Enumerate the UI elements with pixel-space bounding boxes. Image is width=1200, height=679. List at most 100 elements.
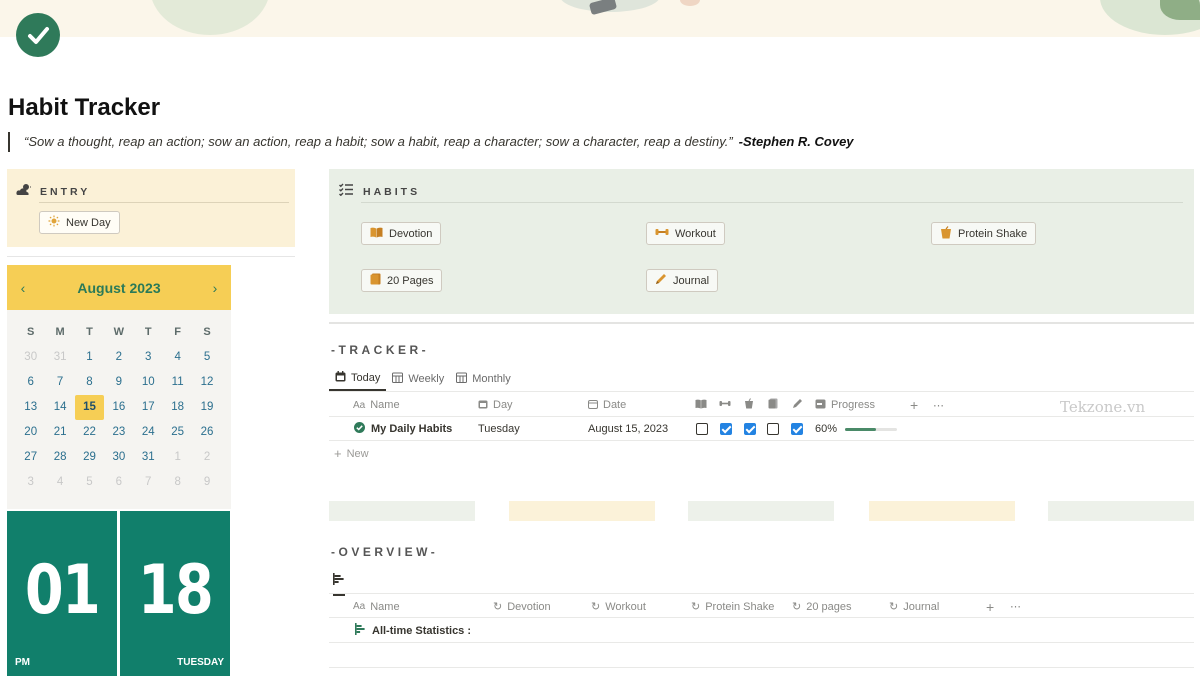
calendar-day[interactable]: 4 bbox=[163, 345, 192, 370]
column-name[interactable]: Aa Name bbox=[353, 393, 400, 417]
checkbox-workout[interactable] bbox=[720, 417, 732, 441]
calendar-day[interactable]: 5 bbox=[75, 470, 104, 495]
calendar-day[interactable]: 30 bbox=[104, 445, 133, 470]
calendar-day[interactable]: 18 bbox=[163, 395, 192, 420]
checkbox-protein-shake[interactable] bbox=[744, 417, 756, 441]
overview-column-name[interactable]: Aa Name bbox=[353, 595, 400, 618]
overview-row-name-cell[interactable]: All-time Statistics : bbox=[355, 618, 471, 643]
row-progress: 60% bbox=[815, 417, 898, 441]
table-row[interactable]: My Daily Habits Tuesday August 15, 2023 … bbox=[329, 417, 1194, 441]
next-month-icon[interactable]: › bbox=[209, 280, 221, 296]
checkbox-20-pages[interactable] bbox=[767, 417, 779, 441]
overview-column-devotion[interactable]: ↻ Devotion bbox=[493, 595, 551, 618]
left-divider bbox=[7, 256, 295, 257]
calendar-day[interactable]: 15 bbox=[74, 395, 105, 420]
calendar-day[interactable]: 6 bbox=[16, 370, 45, 395]
calendar-day[interactable]: 19 bbox=[192, 395, 221, 420]
calendar-day[interactable]: 26 bbox=[192, 420, 221, 445]
add-column-icon[interactable]: + bbox=[986, 595, 994, 618]
tab-today[interactable]: Today bbox=[329, 366, 387, 391]
column-progress[interactable]: Progress bbox=[815, 393, 875, 417]
rollup-icon: ↻ bbox=[493, 601, 503, 613]
cloud-sun-icon bbox=[16, 182, 32, 201]
column-workout[interactable] bbox=[719, 393, 731, 417]
calendar-day[interactable]: 23 bbox=[104, 420, 133, 445]
column-day[interactable]: Day bbox=[478, 393, 513, 417]
calendar-day[interactable]: 8 bbox=[75, 370, 104, 395]
habit-button-devotion[interactable]: Devotion bbox=[361, 222, 442, 245]
checkbox-journal[interactable] bbox=[791, 417, 803, 441]
more-options-icon[interactable]: ⋯ bbox=[1010, 595, 1021, 618]
calendar-day[interactable]: 30 bbox=[16, 345, 45, 370]
calendar-day[interactable]: 10 bbox=[134, 370, 163, 395]
more-options-icon[interactable]: ⋯ bbox=[933, 393, 944, 417]
calendar-day[interactable]: 1 bbox=[75, 345, 104, 370]
habit-button-protein-shake[interactable]: Protein Shake bbox=[931, 222, 1037, 245]
habit-button-journal[interactable]: Journal bbox=[646, 269, 719, 292]
overview-column-workout[interactable]: ↻ Workout bbox=[591, 595, 646, 618]
cover-banner bbox=[0, 0, 1200, 37]
column-journal[interactable] bbox=[792, 393, 803, 417]
quote-author: -Stephen R. Covey bbox=[738, 134, 854, 149]
column-date[interactable]: Date bbox=[588, 393, 626, 417]
calendar-day[interactable]: 7 bbox=[134, 470, 163, 495]
quote-block: “Sow a thought, reap an action; sow an a… bbox=[8, 132, 854, 152]
calendar-day[interactable]: 6 bbox=[104, 470, 133, 495]
calendar-day[interactable]: 2 bbox=[104, 345, 133, 370]
calendar-day[interactable]: 20 bbox=[16, 420, 45, 445]
calendar-day[interactable]: 27 bbox=[16, 445, 45, 470]
calendar-day[interactable]: 24 bbox=[134, 420, 163, 445]
calendar-day[interactable]: 9 bbox=[192, 470, 221, 495]
calendar-day[interactable]: 3 bbox=[16, 470, 45, 495]
habit-button-20-pages[interactable]: 20 Pages bbox=[361, 269, 443, 292]
calendar-day[interactable]: 17 bbox=[134, 395, 163, 420]
table-icon bbox=[392, 372, 404, 386]
calendar-day[interactable]: 25 bbox=[163, 420, 192, 445]
tab-monthly[interactable]: Monthly bbox=[450, 366, 517, 391]
calendar-day[interactable]: 16 bbox=[104, 395, 133, 420]
calendar-day[interactable]: 2 bbox=[192, 445, 221, 470]
calendar-day[interactable]: 4 bbox=[45, 470, 74, 495]
section-divider bbox=[329, 322, 1194, 324]
calendar-day[interactable]: 8 bbox=[163, 470, 192, 495]
table-row[interactable]: All-time Statistics : bbox=[329, 618, 1194, 643]
overview-title: -OVERVIEW- bbox=[331, 545, 439, 559]
add-column-icon[interactable]: + bbox=[910, 393, 918, 417]
calendar-day[interactable]: 22 bbox=[75, 420, 104, 445]
row-name: My Daily Habits bbox=[371, 423, 453, 435]
calendar-day[interactable]: 3 bbox=[134, 345, 163, 370]
checkmark-icon[interactable] bbox=[16, 13, 60, 57]
tab-monthly-label: Monthly bbox=[472, 372, 511, 385]
tab-weekly[interactable]: Weekly bbox=[386, 366, 450, 391]
calendar-day[interactable]: 14 bbox=[45, 395, 74, 420]
column-20-pages[interactable] bbox=[768, 393, 778, 417]
new-row-button[interactable]: + New bbox=[334, 446, 369, 461]
overview-column-20-pages[interactable]: ↻ 20 pages bbox=[792, 595, 851, 618]
column-name-label: Name bbox=[370, 399, 400, 411]
calendar-day[interactable]: 31 bbox=[45, 345, 74, 370]
calendar-day[interactable]: 29 bbox=[75, 445, 104, 470]
column-devotion[interactable] bbox=[695, 393, 707, 417]
calendar-day[interactable]: 13 bbox=[16, 395, 45, 420]
new-day-button[interactable]: New Day bbox=[39, 211, 120, 234]
calendar-weekday: M bbox=[55, 326, 65, 338]
calendar-day[interactable]: 28 bbox=[45, 445, 74, 470]
overview-column-journal[interactable]: ↻ Journal bbox=[889, 595, 939, 618]
calendar-day[interactable]: 1 bbox=[163, 445, 192, 470]
checkbox-devotion[interactable] bbox=[696, 417, 708, 441]
clock-weekday: TUESDAY bbox=[177, 657, 224, 668]
calendar-day[interactable]: 12 bbox=[192, 370, 221, 395]
prev-month-icon[interactable]: ‹ bbox=[17, 280, 29, 296]
chart-view-icon[interactable] bbox=[333, 572, 345, 596]
calendar-day[interactable]: 21 bbox=[45, 420, 74, 445]
habit-button-workout[interactable]: Workout bbox=[646, 222, 725, 245]
calendar-day[interactable]: 7 bbox=[45, 370, 74, 395]
calendar-day[interactable]: 5 bbox=[192, 345, 221, 370]
calendar-day[interactable]: 11 bbox=[163, 370, 192, 395]
column-protein-shake[interactable] bbox=[744, 393, 754, 417]
color-swatch bbox=[688, 501, 834, 521]
overview-column-protein-shake[interactable]: ↻ Protein Shake bbox=[691, 595, 774, 618]
calendar-day[interactable]: 31 bbox=[134, 445, 163, 470]
calendar-day[interactable]: 9 bbox=[104, 370, 133, 395]
row-name-cell[interactable]: My Daily Habits bbox=[354, 417, 452, 441]
